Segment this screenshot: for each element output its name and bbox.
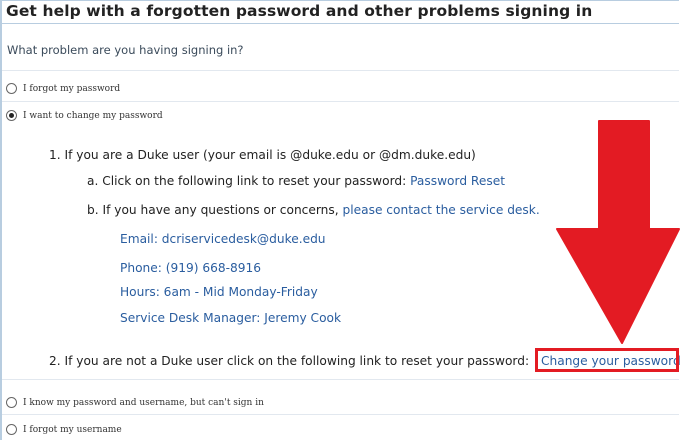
- question-label: What problem are you having signing in?: [7, 43, 244, 57]
- hours-line: Hours: 6am - Mid Monday-Friday: [120, 285, 318, 299]
- annotation-highlight-box: [535, 348, 679, 372]
- option-label: I forgot my username: [23, 424, 122, 435]
- email-label: Email:: [120, 232, 158, 246]
- radio-cant-sign-in[interactable]: [6, 397, 17, 408]
- email-line: Email: dcriservicedesk@duke.edu: [120, 232, 326, 246]
- reset-instruction-text: a. Click on the following link to reset …: [87, 174, 407, 188]
- phone-line: Phone: (919) 668-8916: [120, 261, 262, 275]
- divider: [2, 101, 679, 102]
- reset-instruction: a. Click on the following link to reset …: [87, 174, 505, 188]
- down-arrow-icon: [556, 120, 680, 344]
- radio-forgot-password[interactable]: [6, 83, 17, 94]
- option-change-password[interactable]: I want to change my password: [6, 110, 163, 121]
- divider: [2, 70, 679, 71]
- option-label: I want to change my password: [23, 110, 163, 121]
- radio-change-password[interactable]: [6, 110, 17, 121]
- option-label: I know my password and username, but can…: [23, 397, 264, 408]
- divider: [2, 379, 679, 380]
- divider: [2, 414, 679, 415]
- non-duke-instruction: 2. If you are not a Duke user click on t…: [49, 354, 530, 368]
- option-forgot-username[interactable]: I forgot my username: [6, 424, 122, 435]
- option-label: I forgot my password: [23, 83, 121, 94]
- page-title: Get help with a forgotten password and o…: [6, 2, 593, 20]
- contact-service-desk-link[interactable]: please contact the service desk.: [343, 203, 540, 217]
- contact-instruction: b. If you have any questions or concerns…: [87, 203, 540, 217]
- duke-user-heading: 1. If you are a Duke user (your email is…: [49, 148, 476, 162]
- title-divider: [2, 23, 679, 24]
- contact-instruction-text: b. If you have any questions or concerns…: [87, 203, 339, 217]
- option-forgot-password[interactable]: I forgot my password: [6, 83, 120, 94]
- password-reset-link[interactable]: Password Reset: [410, 174, 505, 188]
- radio-forgot-username[interactable]: [6, 424, 17, 435]
- manager-line: Service Desk Manager: Jeremy Cook: [120, 311, 342, 325]
- option-cant-sign-in[interactable]: I know my password and username, but can…: [6, 397, 264, 408]
- email-link[interactable]: dcriservicedesk@duke.edu: [162, 232, 326, 246]
